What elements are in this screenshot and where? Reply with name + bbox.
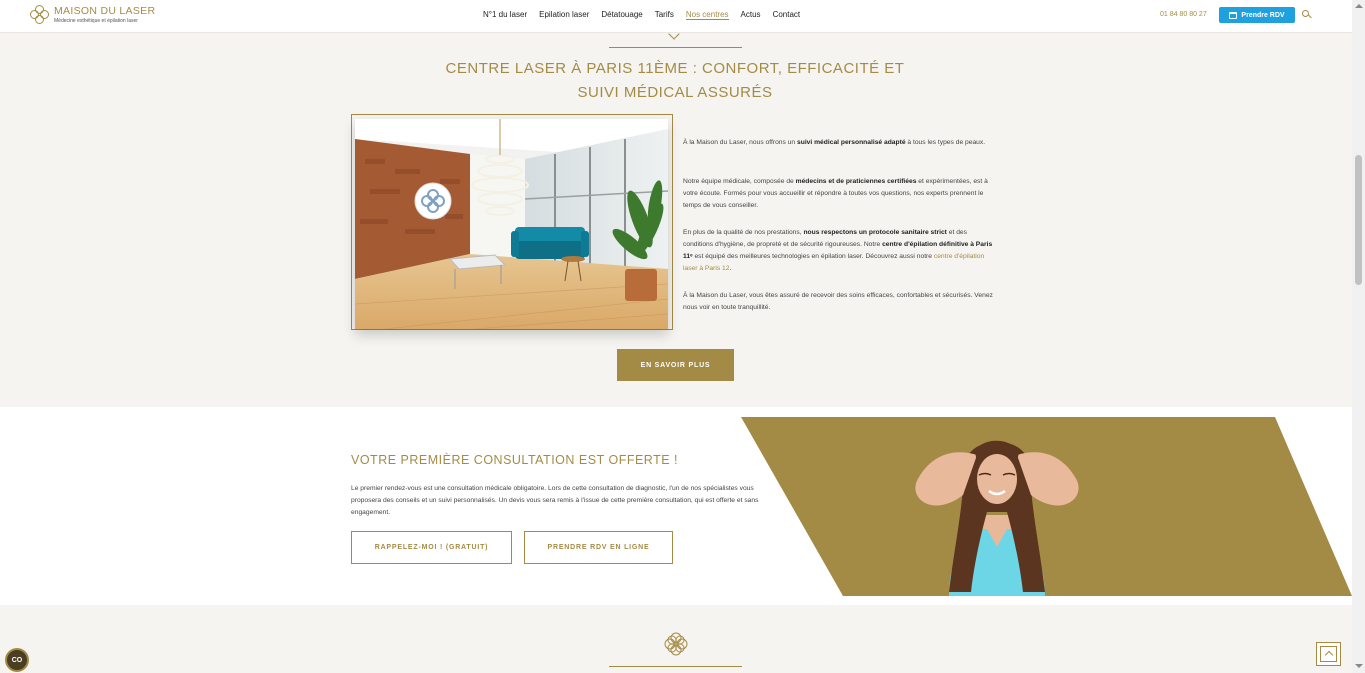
prendre-rdv-en-ligne-button[interactable]: PRENDRE RDV EN LIGNE [524, 531, 673, 564]
scroll-down-icon[interactable] [1355, 664, 1363, 668]
ornament-icon [663, 631, 689, 657]
divider [609, 47, 742, 48]
section-title-line1: CENTRE LASER À PARIS 11ÈME : CONFORT, EF… [445, 60, 905, 77]
nav-item-n1-laser[interactable]: N°1 du laser [483, 10, 527, 20]
nav-item-actus[interactable]: Actus [741, 10, 761, 20]
main-nav: N°1 du laser Epilation laser Détatouage … [483, 10, 800, 20]
prendre-rdv-label: Prendre RDV [1241, 11, 1285, 19]
logo-subtitle: Médecine esthétique et épilation laser [54, 17, 138, 24]
promo-illustration [741, 417, 1352, 596]
logo-title: MAISON DU LASER [54, 5, 156, 18]
intro-paragraph-4: À la Maison du Laser, vous êtes assuré d… [683, 292, 993, 311]
scroll-up-icon[interactable] [1355, 4, 1363, 8]
en-savoir-plus-button[interactable]: EN SAVOIR PLUS [617, 349, 734, 381]
intro-paragraph-3: En plus de la qualité de nos prestations… [683, 229, 993, 272]
intro-paragraph-1: À la Maison du Laser, nous offrons un su… [683, 139, 986, 146]
prendre-rdv-button[interactable]: Prendre RDV [1219, 7, 1295, 23]
calendar-icon [1229, 11, 1238, 19]
scrollbar[interactable] [1352, 0, 1365, 673]
nav-item-contact[interactable]: Contact [773, 10, 801, 20]
scrollbar-thumb[interactable] [1355, 155, 1362, 285]
consultation-title: VOTRE PREMIÈRE CONSULTATION EST OFFERTE … [351, 453, 679, 467]
nav-item-tarifs[interactable]: Tarifs [655, 10, 674, 20]
rappelez-moi-button[interactable]: RAPPELEZ-MOI ! (GRATUIT) [351, 531, 512, 564]
consultation-text: Le premier rendez-vous est une consultat… [351, 485, 759, 516]
intro-paragraph-2: Notre équipe médicale, composée de médec… [683, 178, 988, 209]
back-to-top-button[interactable] [1316, 642, 1341, 666]
nav-item-detatouage[interactable]: Détatouage [601, 10, 642, 20]
nav-item-nos-centres[interactable]: Nos centres [685, 10, 729, 20]
chevron-up-icon [1324, 650, 1334, 660]
phone-link[interactable]: 01 84 80 80 27 [1160, 11, 1207, 18]
cookie-settings-button[interactable]: CO [5, 648, 29, 672]
section-title-line2: SUIVI MÉDICAL ASSURÉS [577, 84, 773, 101]
divider [609, 666, 742, 667]
clinic-photo [355, 119, 668, 329]
logo[interactable]: MAISON DU LASER Médecine esthétique et é… [30, 5, 155, 25]
site-header: MAISON DU LASER Médecine esthétique et é… [0, 0, 1352, 33]
nav-item-epilation[interactable]: Epilation laser [539, 10, 589, 20]
search-icon[interactable] [1302, 10, 1312, 19]
section-title: CENTRE LASER À PARIS 11ÈME : CONFORT, EF… [440, 57, 910, 105]
logo-icon [30, 5, 50, 25]
